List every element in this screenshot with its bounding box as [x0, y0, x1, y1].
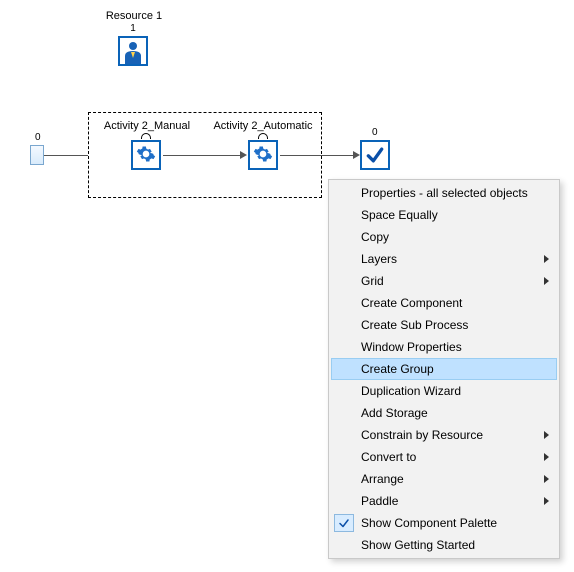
submenu-arrow-icon	[544, 453, 549, 461]
menu-item-arrange[interactable]: Arrange	[331, 468, 557, 490]
menu-item-label: Show Getting Started	[361, 538, 475, 552]
menu-item-label: Show Component Palette	[361, 516, 497, 530]
menu-item-label: Layers	[361, 252, 397, 266]
person-icon	[123, 40, 143, 64]
queue-icon	[141, 133, 151, 139]
activity-label-2: Activity 2_Automatic	[207, 120, 319, 132]
entry-node[interactable]	[30, 145, 44, 165]
activity-node-2[interactable]	[248, 140, 278, 170]
menu-item-space-equally[interactable]: Space Equally	[331, 204, 557, 226]
submenu-arrow-icon	[544, 277, 549, 285]
queue-icon	[258, 133, 268, 139]
menu-item-label: Convert to	[361, 450, 416, 464]
menu-item-paddle[interactable]: Paddle	[331, 490, 557, 512]
context-menu: Properties - all selected objects Space E…	[328, 179, 560, 559]
entry-count: 0	[35, 132, 41, 143]
menu-check-cell	[333, 513, 355, 533]
arrowhead-icon	[240, 151, 247, 159]
menu-item-label: Paddle	[361, 494, 398, 508]
menu-item-create-component[interactable]: Create Component	[331, 292, 557, 314]
resource-count: 1	[126, 23, 140, 34]
arrowhead-icon	[353, 151, 360, 159]
menu-item-window-properties[interactable]: Window Properties	[331, 336, 557, 358]
menu-item-constrain-by-resource[interactable]: Constrain by Resource	[331, 424, 557, 446]
submenu-arrow-icon	[544, 475, 549, 483]
gear-icon	[253, 144, 273, 167]
menu-item-add-storage[interactable]: Add Storage	[331, 402, 557, 424]
menu-item-label: Space Equally	[361, 208, 438, 222]
menu-item-label: Create Group	[361, 362, 434, 376]
checkmark-icon	[365, 145, 385, 165]
submenu-arrow-icon	[544, 431, 549, 439]
resource-label: Resource 1	[100, 10, 168, 22]
menu-item-create-group[interactable]: Create Group	[331, 358, 557, 380]
submenu-arrow-icon	[544, 497, 549, 505]
connector-line	[280, 155, 354, 156]
menu-item-label: Duplication Wizard	[361, 384, 461, 398]
menu-item-show-component-palette[interactable]: Show Component Palette	[331, 512, 557, 534]
resource-icon[interactable]	[118, 36, 148, 66]
menu-item-label: Properties - all selected objects	[361, 186, 528, 200]
connector-line	[163, 155, 241, 156]
endpoint-node[interactable]	[360, 140, 390, 170]
menu-item-label: Constrain by Resource	[361, 428, 483, 442]
menu-item-copy[interactable]: Copy	[331, 226, 557, 248]
menu-item-label: Arrange	[361, 472, 404, 486]
menu-item-show-getting-started[interactable]: Show Getting Started	[331, 534, 557, 556]
menu-item-layers[interactable]: Layers	[331, 248, 557, 270]
menu-item-create-sub-process[interactable]: Create Sub Process	[331, 314, 557, 336]
menu-item-label: Create Sub Process	[361, 318, 468, 332]
diagram-canvas[interactable]: Resource 1 1 0 Activity 2_Manual Activit…	[0, 0, 574, 572]
activity-node-1[interactable]	[131, 140, 161, 170]
menu-item-convert-to[interactable]: Convert to	[331, 446, 557, 468]
gear-icon	[136, 144, 156, 167]
menu-item-label: Window Properties	[361, 340, 462, 354]
menu-item-label: Copy	[361, 230, 389, 244]
submenu-arrow-icon	[544, 255, 549, 263]
menu-item-duplication-wizard[interactable]: Duplication Wizard	[331, 380, 557, 402]
endpoint-count: 0	[372, 127, 378, 138]
menu-item-label: Create Component	[361, 296, 462, 310]
menu-item-label: Add Storage	[361, 406, 428, 420]
activity-label-1: Activity 2_Manual	[96, 120, 198, 132]
check-icon	[334, 514, 354, 532]
menu-item-properties-all-selected-objects[interactable]: Properties - all selected objects	[331, 182, 557, 204]
menu-item-label: Grid	[361, 274, 384, 288]
menu-item-grid[interactable]: Grid	[331, 270, 557, 292]
connector-line	[44, 155, 88, 156]
